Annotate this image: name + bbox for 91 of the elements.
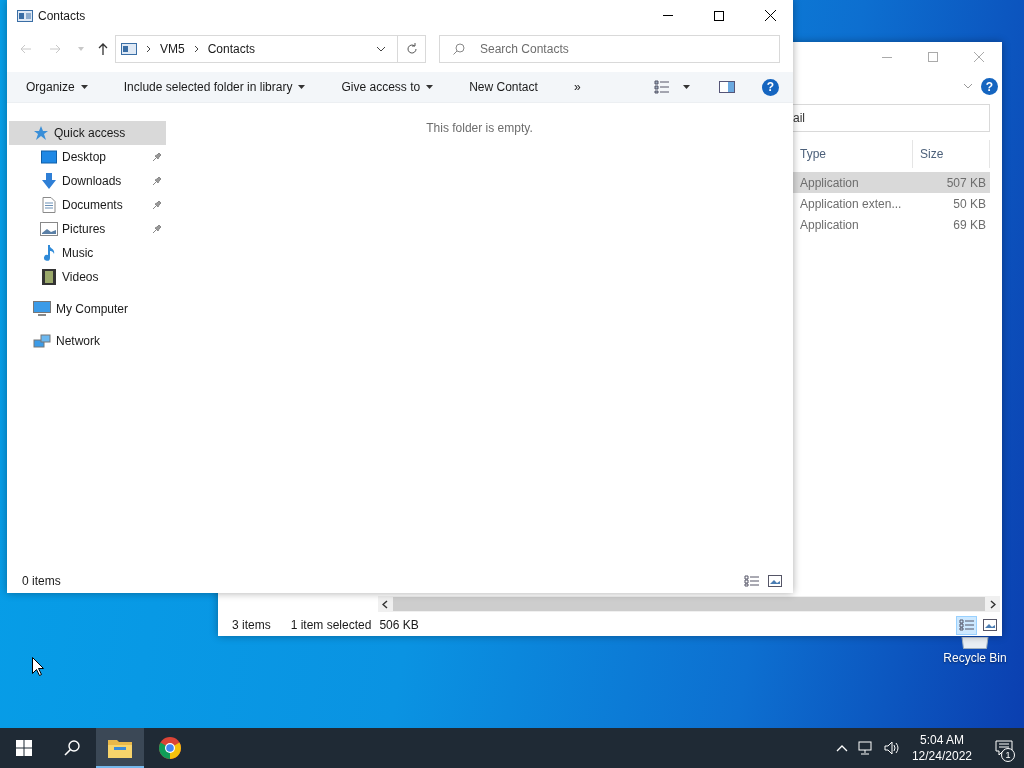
maximize-icon xyxy=(714,10,724,21)
nav-item[interactable]: Network xyxy=(9,329,166,353)
breadcrumb[interactable]: VM5 xyxy=(160,42,185,56)
pin-icon[interactable] xyxy=(152,224,162,234)
scrollbar-thumb[interactable] xyxy=(393,597,985,611)
search-icon xyxy=(64,740,80,756)
empty-folder-message: This folder is empty. xyxy=(426,121,533,135)
details-list-icon xyxy=(743,575,760,587)
pane-icon xyxy=(719,81,735,93)
toolbar-button[interactable]: New Contact xyxy=(462,73,545,101)
details-list-icon xyxy=(958,619,975,631)
mouse-pointer-icon xyxy=(32,657,44,676)
search-field[interactable]: Search Contacts xyxy=(439,35,780,63)
nav-item[interactable]: My Computer xyxy=(9,297,166,321)
computer-icon xyxy=(33,301,51,317)
toolbar-button[interactable]: Give access to xyxy=(334,73,441,101)
windows-logo-icon xyxy=(16,740,32,756)
chevron-right-icon[interactable] xyxy=(146,45,151,53)
file-explorer-button[interactable] xyxy=(96,728,144,768)
chevron-down-icon[interactable] xyxy=(376,46,386,52)
close-icon xyxy=(764,10,776,21)
chevron-up-icon[interactable] xyxy=(835,744,848,752)
pin-icon[interactable] xyxy=(152,152,162,162)
pin-icon[interactable] xyxy=(152,176,162,186)
clock-date[interactable]: 12/24/2022 xyxy=(911,748,972,764)
desktop-icon-label[interactable]: Recycle Bin xyxy=(943,651,1007,665)
scroll-left-icon[interactable] xyxy=(382,599,388,609)
search-icon xyxy=(453,43,465,55)
toolbar-button[interactable]: Organize xyxy=(19,73,95,101)
notifications-button[interactable]: 1 xyxy=(984,728,1024,768)
contacts-icon xyxy=(121,43,137,55)
help-button[interactable]: ? xyxy=(981,78,998,95)
file-row[interactable]: Application 507 KB xyxy=(793,172,990,193)
status-text: 0 items xyxy=(22,574,61,588)
music-note-icon xyxy=(43,245,55,261)
status-text: 1 item selected xyxy=(290,618,372,632)
picture-icon xyxy=(40,222,58,236)
chevron-right-icon[interactable] xyxy=(193,45,199,53)
nav-item[interactable]: Quick access xyxy=(9,121,166,145)
notification-count: 1 xyxy=(1001,748,1015,762)
size-cell-text: 69 KB xyxy=(952,217,987,232)
status-text: 3 items xyxy=(232,618,271,632)
type-cell-text: Application xyxy=(799,175,860,190)
pin-icon[interactable] xyxy=(152,200,162,210)
breadcrumb[interactable]: Contacts xyxy=(207,42,256,56)
image-icon xyxy=(982,619,997,631)
refresh-icon xyxy=(405,43,418,55)
image-icon xyxy=(767,575,782,587)
up-arrow-icon[interactable] xyxy=(98,43,108,55)
document-icon xyxy=(42,197,56,213)
down-arrow-icon xyxy=(41,173,57,189)
minimize-icon xyxy=(663,15,673,16)
nav-item[interactable]: Desktop xyxy=(9,145,166,169)
volume-icon[interactable] xyxy=(883,741,900,755)
search-field[interactable]: ail xyxy=(793,104,990,132)
minimize-icon xyxy=(882,56,892,58)
address-bar[interactable]: VM5 Contacts xyxy=(115,35,426,63)
toolbar-button[interactable]: Include selected folder in library xyxy=(116,73,313,101)
file-row[interactable]: Application 69 KB xyxy=(793,214,990,235)
caret-icon[interactable] xyxy=(683,85,690,89)
browser-logo-icon xyxy=(158,736,182,760)
nav-item[interactable]: Documents xyxy=(9,193,166,217)
column-header[interactable]: Size xyxy=(913,140,990,168)
nav-item[interactable]: Music xyxy=(9,241,166,265)
star-icon xyxy=(33,125,49,141)
network-icon[interactable] xyxy=(857,741,874,755)
film-icon xyxy=(42,269,56,285)
horizontal-scrollbar[interactable] xyxy=(378,596,1000,612)
close-icon xyxy=(974,52,984,62)
desktop-icon xyxy=(41,149,57,165)
size-cell-text: 50 KB xyxy=(952,196,987,211)
message-icon xyxy=(995,740,1013,756)
maximize-icon xyxy=(928,52,938,62)
nav-item[interactable]: Videos xyxy=(9,265,166,289)
nav-item[interactable]: Downloads xyxy=(9,169,166,193)
type-cell-text: Application xyxy=(799,217,860,232)
file-row[interactable]: Application exten... 50 KB xyxy=(793,193,990,214)
clock-time[interactable]: 5:04 AM xyxy=(919,732,964,748)
window-title: Contacts xyxy=(38,8,86,23)
details-list-icon xyxy=(654,80,670,94)
folder-icon xyxy=(108,738,132,758)
scroll-right-icon[interactable] xyxy=(990,599,996,609)
contacts-icon xyxy=(17,9,33,22)
status-text: 506 KB xyxy=(379,618,419,632)
size-cell-text: 507 KB xyxy=(945,175,987,190)
details-view-button[interactable] xyxy=(956,615,977,635)
network-icon xyxy=(33,333,51,349)
help-button[interactable]: ? xyxy=(762,78,779,96)
nav-item[interactable]: Pictures xyxy=(9,217,166,241)
type-cell-text: Application exten... xyxy=(799,196,903,211)
toolbar-button[interactable]: » xyxy=(566,73,588,101)
